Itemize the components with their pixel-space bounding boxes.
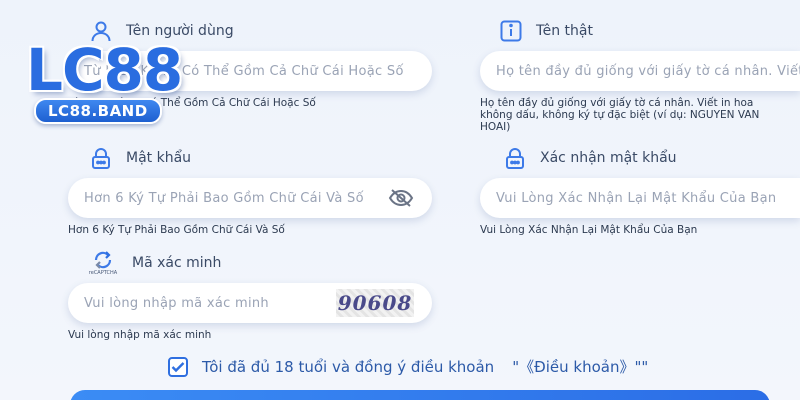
captcha-code-image[interactable]: 90608 xyxy=(336,289,414,317)
realname-hint-2: không dấu, không ký tự đặc biệt (ví dụ: … xyxy=(480,109,760,121)
recaptcha-badge: reCAPTCHA xyxy=(88,270,118,276)
captcha-input[interactable]: Vui lòng nhập mã xác minh 90608 xyxy=(68,283,432,323)
captcha-label-row: reCAPTCHA Mã xác minh xyxy=(86,250,221,276)
agreement-row: Tôi đã đủ 18 tuổi và đồng ý điều khoản "… xyxy=(168,356,648,377)
brand-logo: LC88 LC88.BAND xyxy=(26,36,183,124)
password-placeholder: Hơn 6 Ký Tự Phải Bao Gồm Chữ Cái Và Số xyxy=(84,190,364,206)
confirm-password-hint: Vui Lòng Xác Nhận Lại Mật Khẩu Của Bạn xyxy=(480,224,698,236)
confirm-password-label: Xác nhận mật khẩu xyxy=(540,150,677,166)
agreement-checkbox[interactable] xyxy=(168,356,188,377)
realname-label: Tên thật xyxy=(536,23,593,39)
register-button[interactable] xyxy=(70,390,770,400)
lock-icon xyxy=(502,145,528,171)
terms-link[interactable]: "《Điều khoản》"" xyxy=(512,356,648,377)
captcha-label: Mã xác minh xyxy=(132,255,222,271)
realname-input[interactable]: Họ tên đầy đủ giống với giấy tờ cá nhân.… xyxy=(480,51,800,91)
captcha-hint: Vui lòng nhập mã xác minh xyxy=(68,329,212,341)
checkmark-icon xyxy=(171,361,185,372)
eye-off-icon[interactable] xyxy=(388,188,414,208)
confirm-password-placeholder: Vui Lòng Xác Nhận Lại Mật Khẩu Của Bạn xyxy=(496,190,777,206)
logo-band: LC88.BAND xyxy=(34,98,162,124)
password-label-row: Mật khẩu xyxy=(88,145,191,171)
password-label: Mật khẩu xyxy=(126,150,192,166)
logo-text: LC88 xyxy=(26,36,183,104)
realname-hint-3: HOAI) xyxy=(480,121,511,133)
captcha-placeholder: Vui lòng nhập mã xác minh xyxy=(84,295,269,311)
info-icon xyxy=(498,18,524,44)
password-input[interactable]: Hơn 6 Ký Tự Phải Bao Gồm Chữ Cái Và Số xyxy=(68,178,432,218)
realname-label-row: Tên thật xyxy=(498,18,593,44)
recaptcha-icon: reCAPTCHA xyxy=(86,250,120,276)
confirm-password-input[interactable]: Vui Lòng Xác Nhận Lại Mật Khẩu Của Bạn xyxy=(480,178,800,218)
confirm-password-label-row: Xác nhận mật khẩu xyxy=(502,145,677,171)
password-hint: Hơn 6 Ký Tự Phải Bao Gồm Chữ Cái Và Số xyxy=(68,224,285,236)
realname-placeholder: Họ tên đầy đủ giống với giấy tờ cá nhân.… xyxy=(496,63,800,79)
agreement-text: Tôi đã đủ 18 tuổi và đồng ý điều khoản xyxy=(202,357,495,376)
lock-icon xyxy=(88,145,114,171)
